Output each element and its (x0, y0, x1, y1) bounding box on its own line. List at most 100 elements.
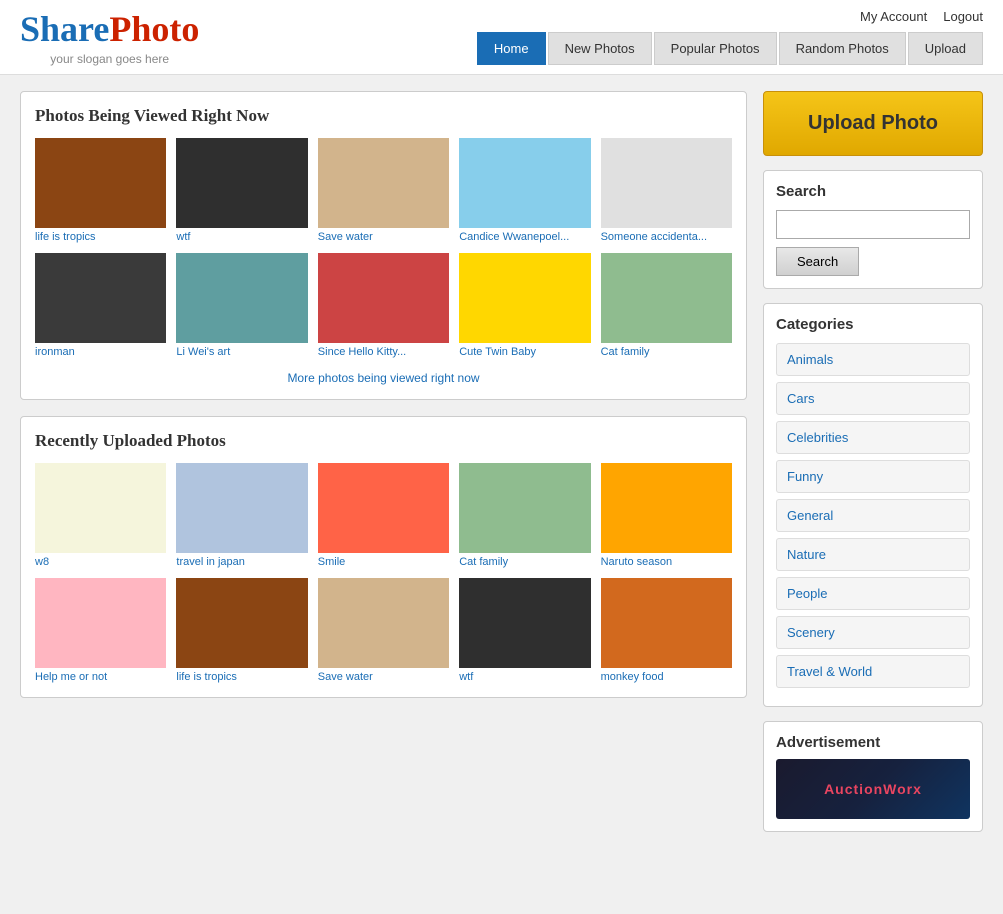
top-right-links: My Account Logout (860, 9, 983, 24)
photo-thumbnail (601, 253, 732, 343)
recent-photo-item[interactable]: Smile (318, 463, 449, 568)
ad-section: Advertisement AuctionWorx (763, 721, 983, 832)
viewed-photo-item[interactable]: wtf (176, 138, 307, 243)
search-button[interactable]: Search (776, 247, 859, 276)
recent-photo-item[interactable]: Naruto season (601, 463, 732, 568)
recent-photo-item[interactable]: Save water (318, 578, 449, 683)
ad-banner: AuctionWorx (776, 759, 970, 819)
header: SharePhoto your slogan goes here My Acco… (0, 0, 1003, 75)
nav-bar: Home New Photos Popular Photos Random Ph… (477, 32, 983, 65)
nav-home[interactable]: Home (477, 32, 546, 65)
photo-thumbnail (176, 463, 307, 553)
recent-photo-item[interactable]: Help me or not (35, 578, 166, 683)
photo-label: Help me or not (35, 671, 166, 683)
photo-thumbnail (176, 253, 307, 343)
recent-title: Recently Uploaded Photos (35, 431, 732, 451)
recent-photo-item[interactable]: w8 (35, 463, 166, 568)
viewed-photo-item[interactable]: Save water (318, 138, 449, 243)
photo-thumbnail (176, 578, 307, 668)
categories-section: Categories AnimalsCarsCelebritiesFunnyGe… (763, 303, 983, 707)
photo-thumbnail (176, 138, 307, 228)
photo-thumbnail (318, 253, 449, 343)
photo-thumbnail (318, 463, 449, 553)
recent-photo-grid: w8 travel in japan Smile Cat family Naru… (35, 463, 732, 683)
photo-label: ironman (35, 346, 166, 358)
viewed-photo-grid: life is tropics wtf Save water Candice W… (35, 138, 732, 358)
sidebar: Upload Photo Search Search Categories An… (763, 91, 983, 832)
viewed-photo-item[interactable]: Candice Wwanepoel... (459, 138, 590, 243)
photo-thumbnail (459, 463, 590, 553)
logo-photo-text: Photo (109, 9, 199, 49)
photo-label: life is tropics (35, 231, 166, 243)
main-layout: Photos Being Viewed Right Now life is tr… (0, 75, 1003, 848)
photo-label: w8 (35, 556, 166, 568)
ad-text: AuctionWorx (824, 781, 922, 797)
photo-label: monkey food (601, 671, 732, 683)
photo-label: Someone accidenta... (601, 231, 732, 243)
logo[interactable]: SharePhoto (20, 8, 199, 50)
recent-photo-item[interactable]: wtf (459, 578, 590, 683)
nav-new-photos[interactable]: New Photos (548, 32, 652, 65)
nav-upload[interactable]: Upload (908, 32, 983, 65)
photo-thumbnail (459, 138, 590, 228)
nav-popular-photos[interactable]: Popular Photos (654, 32, 777, 65)
more-link-area: More photos being viewed right now (35, 370, 732, 385)
logo-slogan: your slogan goes here (20, 52, 199, 66)
viewed-panel: Photos Being Viewed Right Now life is tr… (20, 91, 747, 400)
photo-label: Cat family (459, 556, 590, 568)
viewed-photo-item[interactable]: Cat family (601, 253, 732, 358)
category-item[interactable]: People (776, 577, 970, 610)
photo-label: Cute Twin Baby (459, 346, 590, 358)
recent-photo-item[interactable]: travel in japan (176, 463, 307, 568)
more-photos-link[interactable]: More photos being viewed right now (287, 371, 479, 385)
category-item[interactable]: Animals (776, 343, 970, 376)
logo-area: SharePhoto your slogan goes here (20, 8, 199, 66)
photo-label: Since Hello Kitty... (318, 346, 449, 358)
photo-thumbnail (601, 463, 732, 553)
content-area: Photos Being Viewed Right Now life is tr… (20, 91, 747, 832)
photo-thumbnail (601, 138, 732, 228)
category-item[interactable]: General (776, 499, 970, 532)
viewed-photo-item[interactable]: Someone accidenta... (601, 138, 732, 243)
upload-photo-button[interactable]: Upload Photo (763, 91, 983, 156)
photo-thumbnail (601, 578, 732, 668)
photo-thumbnail (459, 253, 590, 343)
photo-thumbnail (35, 138, 166, 228)
nav-random-photos[interactable]: Random Photos (779, 32, 906, 65)
photo-thumbnail (35, 578, 166, 668)
recent-photo-item[interactable]: life is tropics (176, 578, 307, 683)
search-input[interactable] (776, 210, 970, 239)
category-item[interactable]: Cars (776, 382, 970, 415)
logo-share-text: Share (20, 9, 109, 49)
photo-label: Cat family (601, 346, 732, 358)
photo-label: Candice Wwanepoel... (459, 231, 590, 243)
photo-label: travel in japan (176, 556, 307, 568)
category-item[interactable]: Funny (776, 460, 970, 493)
photo-label: Naruto season (601, 556, 732, 568)
viewed-title: Photos Being Viewed Right Now (35, 106, 732, 126)
category-item[interactable]: Scenery (776, 616, 970, 649)
photo-label: Smile (318, 556, 449, 568)
photo-thumbnail (318, 578, 449, 668)
category-item[interactable]: Celebrities (776, 421, 970, 454)
logout-link[interactable]: Logout (943, 9, 983, 24)
categories-list: Animals Cars Celebrities Funny General Nature… (776, 343, 970, 688)
my-account-link[interactable]: My Account (860, 9, 927, 24)
viewed-photo-item[interactable]: ironman (35, 253, 166, 358)
viewed-photo-item[interactable]: Cute Twin Baby (459, 253, 590, 358)
search-section: Search Search (763, 170, 983, 289)
search-title: Search (776, 183, 970, 200)
viewed-photo-item[interactable]: Li Wei's art (176, 253, 307, 358)
category-item[interactable]: Travel & World (776, 655, 970, 688)
viewed-photo-item[interactable]: life is tropics (35, 138, 166, 243)
photo-label: Save water (318, 231, 449, 243)
photo-label: Li Wei's art (176, 346, 307, 358)
recent-photo-item[interactable]: monkey food (601, 578, 732, 683)
photo-label: life is tropics (176, 671, 307, 683)
recent-photo-item[interactable]: Cat family (459, 463, 590, 568)
category-item[interactable]: Nature (776, 538, 970, 571)
photo-label: Save water (318, 671, 449, 683)
viewed-photo-item[interactable]: Since Hello Kitty... (318, 253, 449, 358)
photo-thumbnail (35, 253, 166, 343)
photo-thumbnail (318, 138, 449, 228)
